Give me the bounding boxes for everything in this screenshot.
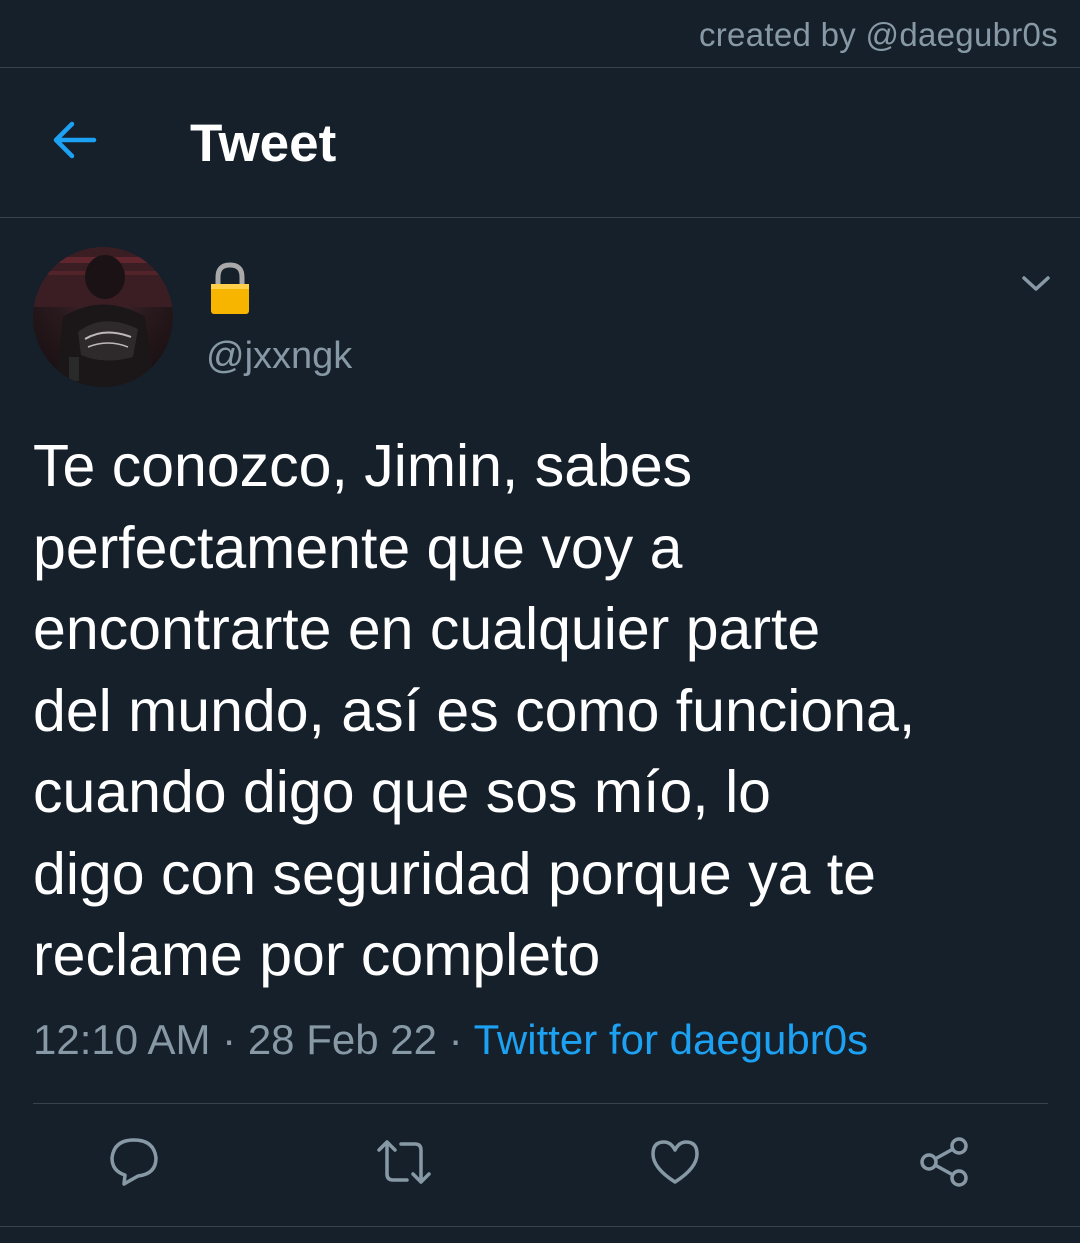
share-icon (917, 1134, 973, 1195)
tweet-text: Te conozco, Jimin, sabes perfectamente q… (33, 433, 916, 988)
divider (33, 1103, 1048, 1104)
meta-separator: · (222, 1016, 237, 1063)
avatar[interactable] (33, 247, 173, 387)
meta-separator: · (448, 1016, 463, 1063)
share-button[interactable] (917, 1136, 973, 1192)
tweet-meta: 12:10 AM · 28 Feb 22 · Twitter for daegu… (33, 1016, 868, 1064)
lock-icon (208, 262, 252, 316)
back-button[interactable] (48, 116, 100, 168)
credit-text: created by @daegubr0s (698, 16, 1058, 53)
arrow-left-icon (50, 120, 98, 165)
bottom-divider (0, 1226, 1080, 1227)
chevron-down-icon (1021, 274, 1051, 299)
author-handle[interactable]: @jxxngk (206, 335, 352, 378)
retweet-button[interactable] (376, 1136, 432, 1192)
header: Tweet (0, 68, 1080, 218)
page-title: Tweet (190, 114, 337, 173)
tweet-time: 12:10 AM (33, 1016, 211, 1063)
credit-bar: created by @daegubr0s (0, 0, 1080, 68)
reply-button[interactable] (106, 1136, 162, 1192)
tweet-source-link[interactable]: Twitter for daegubr0s (474, 1016, 869, 1063)
more-options-button[interactable] (1014, 268, 1058, 304)
like-button[interactable] (647, 1136, 703, 1192)
tweet-date: 28 Feb 22 (247, 1016, 437, 1063)
retweet-icon (373, 1134, 435, 1195)
reply-icon (106, 1134, 162, 1195)
like-icon (647, 1134, 703, 1195)
